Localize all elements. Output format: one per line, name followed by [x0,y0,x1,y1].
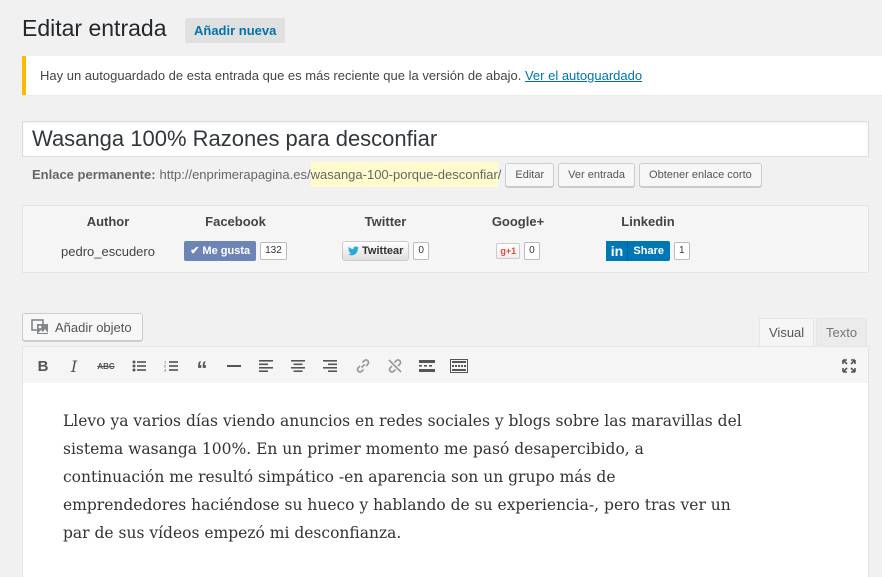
bullet-list-icon[interactable] [128,355,150,377]
blockquote-icon[interactable]: “ [191,355,213,382]
permalink-trail: / [497,167,502,182]
align-left-icon[interactable] [255,355,277,377]
autosave-notice: Hay un autoguardado de esta entrada que … [22,56,882,95]
tab-visual[interactable]: Visual [759,318,815,347]
social-metabox: Author pedro_escudero Facebook ✔ Me gust… [22,205,869,273]
permalink-label: Enlace permanente: [32,167,156,182]
permalink-row: Enlace permanente: http://enprimerapagin… [32,162,762,187]
linkedin-heading: Linkedin [621,214,675,229]
facebook-column: Facebook ✔ Me gusta 132 [183,214,288,261]
italic-icon[interactable]: I [63,355,85,377]
tab-text[interactable]: Texto [816,318,868,347]
author-heading: Author [86,214,130,229]
twitter-tweet-button[interactable]: Twittear [342,241,410,261]
edit-permalink-button[interactable]: Editar [505,162,555,187]
align-center-icon[interactable] [287,355,309,377]
unlink-icon[interactable] [384,355,406,377]
twitter-bird-icon [348,246,360,256]
bold-icon[interactable]: B [32,355,54,377]
link-icon[interactable] [352,355,374,377]
facebook-heading: Facebook [205,214,266,229]
strikethrough-icon[interactable]: ABC [95,355,117,377]
add-media-button[interactable]: Añadir objeto [22,313,143,341]
svg-text:3: 3 [164,368,167,373]
facebook-count: 132 [260,242,287,260]
view-post-button[interactable]: Ver entrada [558,162,636,187]
facebook-like-label: Me gusta [202,245,251,257]
editor-area[interactable]: Llevo ya varios días viendo anuncios en … [22,383,869,577]
twitter-count: 0 [413,242,429,260]
google-column: Google+ g+1 0 [473,214,563,261]
view-autosave-link[interactable]: Ver el autoguardado [525,68,642,83]
check-icon: ✔ [190,245,200,257]
linkedin-icon: in [606,241,629,261]
linkedin-count: 1 [674,242,690,260]
post-title-input[interactable]: Wasanga 100% Razones para desconfiar [22,121,869,157]
notice-text: Hay un autoguardado de esta entrada que … [40,68,522,83]
linkedin-column: Linkedin in Share 1 [598,214,698,261]
read-more-icon[interactable] [416,355,438,377]
media-icon [31,319,48,334]
google-plusone-button[interactable]: g+1 [496,243,521,259]
fullscreen-icon[interactable] [838,355,860,377]
google-heading: Google+ [491,214,545,229]
twitter-heading: Twitter [364,214,407,229]
facebook-like-button[interactable]: ✔ Me gusta [184,241,257,261]
add-new-button[interactable]: Añadir nueva [185,18,286,43]
editor-toolbar: B I ABC 123 “ [22,346,869,384]
editor-content[interactable]: Llevo ya varios días viendo anuncios en … [63,407,743,547]
twitter-tweet-label: Twittear [362,245,404,257]
twitter-column: Twitter Twittear 0 [328,214,443,261]
horizontal-rule-icon[interactable] [223,355,245,377]
linkedin-share-button[interactable]: in Share [606,241,670,261]
author-column: Author pedro_escudero [43,214,173,261]
toolbar-toggle-icon[interactable] [448,355,470,377]
linkedin-share-label: Share [633,245,664,257]
author-name: pedro_escudero [61,243,155,259]
add-media-label: Añadir objeto [55,319,132,335]
permalink-base: http://enprimerapagina.es/ [159,167,311,182]
numbered-list-icon[interactable]: 123 [160,355,182,377]
google-count: 0 [524,242,540,260]
page-title: Editar entrada [22,15,167,41]
permalink-slug[interactable]: wasanga-100-porque-desconfiar [310,162,498,187]
align-right-icon[interactable] [319,355,341,377]
get-shortlink-button[interactable]: Obtener enlace corto [639,162,762,187]
